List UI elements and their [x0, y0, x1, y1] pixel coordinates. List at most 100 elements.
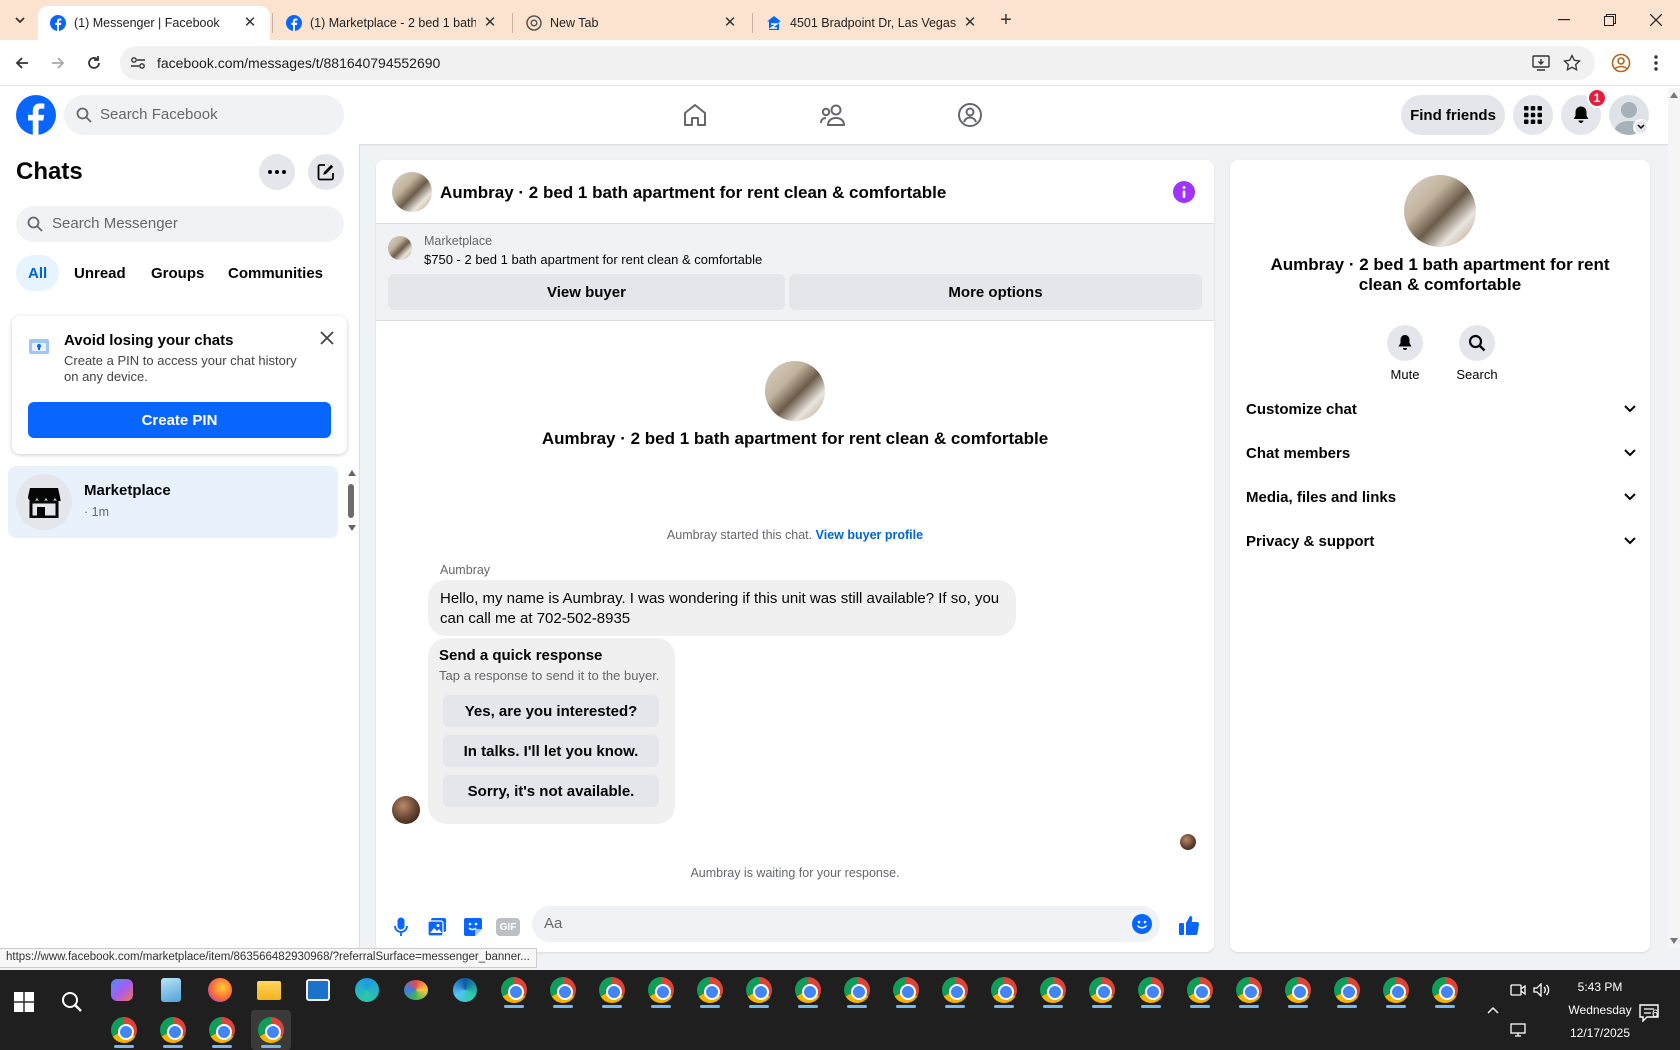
- new-tab-plus-icon[interactable]: +: [994, 8, 1018, 32]
- filter-all[interactable]: All: [16, 255, 60, 291]
- clock-day[interactable]: Wednesday: [1560, 1003, 1640, 1017]
- browser-menu-icon[interactable]: [1646, 52, 1666, 74]
- copilot-app-icon[interactable]: [102, 970, 142, 1010]
- chrome-taskbar-icon[interactable]: [1229, 970, 1269, 1010]
- privacy-support-section[interactable]: Privacy & support: [1246, 523, 1636, 559]
- view-buyer-profile-link[interactable]: View buyer profile: [816, 528, 923, 542]
- install-app-icon[interactable]: [1532, 54, 1550, 72]
- chrome-taskbar-icon[interactable]: [494, 970, 534, 1010]
- chrome-taskbar-icon[interactable]: [935, 970, 975, 1010]
- scroll-down-arrow-icon[interactable]: [1670, 938, 1678, 944]
- attach-photo-icon[interactable]: [422, 912, 452, 942]
- quick-response-not-available-button[interactable]: Sorry, it's not available.: [443, 775, 659, 807]
- sticker-icon[interactable]: [458, 912, 488, 942]
- chrome-taskbar-icon-active[interactable]: [251, 1010, 291, 1050]
- volume-icon[interactable]: [1532, 980, 1552, 1000]
- taskbar-search-icon[interactable]: [52, 982, 92, 1022]
- voice-clip-icon[interactable]: [386, 912, 416, 942]
- scroll-up-arrow-icon[interactable]: [348, 470, 356, 478]
- media-files-links-section[interactable]: Media, files and links: [1246, 479, 1636, 515]
- tab-search-chevron-icon[interactable]: [8, 8, 32, 32]
- chrome-taskbar-icon[interactable]: [543, 970, 583, 1010]
- search-conversation-icon[interactable]: [1459, 325, 1495, 361]
- chrome-taskbar-icon[interactable]: [1180, 970, 1220, 1010]
- clock-date[interactable]: 12/17/2025: [1560, 1026, 1640, 1040]
- close-window-icon[interactable]: [1633, 0, 1679, 40]
- message-bubble[interactable]: Hello, my name is Aumbray. I was wonderi…: [428, 580, 1016, 636]
- reload-icon[interactable]: [80, 49, 108, 77]
- chrome-taskbar-icon[interactable]: [1131, 970, 1171, 1010]
- find-friends-button[interactable]: Find friends: [1401, 95, 1505, 135]
- chrome-taskbar-icon[interactable]: [690, 970, 730, 1010]
- friends-nav-icon[interactable]: [803, 94, 863, 136]
- listing-avatar[interactable]: [392, 172, 432, 212]
- forward-arrow-icon[interactable]: [44, 49, 72, 77]
- emoji-icon[interactable]: [1132, 914, 1152, 934]
- quick-response-yes-button[interactable]: Yes, are you interested?: [443, 695, 659, 727]
- paint-app-icon[interactable]: [396, 970, 436, 1010]
- close-pin-card-icon[interactable]: [317, 328, 337, 348]
- chrome-taskbar-icon[interactable]: [984, 970, 1024, 1010]
- filter-unread[interactable]: Unread: [62, 255, 138, 291]
- minimize-icon[interactable]: [1541, 0, 1587, 40]
- notepad-app-icon[interactable]: [151, 970, 191, 1010]
- chrome-taskbar-icon[interactable]: [1376, 970, 1416, 1010]
- file-explorer-app-icon[interactable]: [249, 970, 289, 1010]
- scroll-up-arrow-icon[interactable]: [1670, 92, 1678, 98]
- chrome-taskbar-icon[interactable]: [886, 970, 926, 1010]
- new-message-compose-icon[interactable]: [308, 154, 344, 190]
- chat-members-section[interactable]: Chat members: [1246, 435, 1636, 471]
- close-tab-icon[interactable]: ✕: [962, 15, 978, 31]
- close-tab-icon[interactable]: ✕: [482, 15, 498, 31]
- chats-more-options-icon[interactable]: [259, 154, 295, 190]
- search-action[interactable]: Search: [1450, 325, 1504, 382]
- back-arrow-icon[interactable]: [8, 49, 36, 77]
- windows-start-icon[interactable]: [4, 982, 44, 1022]
- chrome-taskbar-icon[interactable]: [104, 1010, 144, 1050]
- chrome-taskbar-icon[interactable]: [153, 1010, 193, 1050]
- tab-messenger[interactable]: (1) Messenger | Facebook ✕: [38, 6, 270, 40]
- close-tab-icon[interactable]: ✕: [722, 15, 738, 31]
- clock-time[interactable]: 5:43 PM: [1568, 980, 1632, 994]
- chrome-taskbar-icon[interactable]: [739, 970, 779, 1010]
- quick-response-in-talks-button[interactable]: In talks. I'll let you know.: [443, 735, 659, 767]
- chrome-taskbar-icon[interactable]: [641, 970, 681, 1010]
- chrome-taskbar-icon[interactable]: [1425, 970, 1465, 1010]
- edge-app-icon-1[interactable]: [347, 970, 387, 1010]
- facebook-search-input[interactable]: Search Facebook: [64, 95, 344, 135]
- mute-bell-icon[interactable]: [1387, 325, 1423, 361]
- tab-new-tab[interactable]: New Tab ✕: [514, 6, 750, 40]
- message-composer-input[interactable]: Aa: [532, 906, 1160, 942]
- listing-text[interactable]: $750 - 2 bed 1 bath apartment for rent c…: [424, 252, 762, 267]
- edge-app-icon-2[interactable]: [445, 970, 485, 1010]
- conversation-info-icon[interactable]: [1173, 181, 1195, 203]
- show-hidden-icons-chevron-icon[interactable]: [1483, 1000, 1503, 1020]
- filter-groups[interactable]: Groups: [139, 255, 216, 291]
- site-info-icon[interactable]: [128, 54, 148, 72]
- chat-list-item-marketplace[interactable]: Marketplace · 1m: [8, 466, 338, 538]
- firefox-app-icon[interactable]: [200, 970, 240, 1010]
- gif-icon[interactable]: GIF: [492, 912, 524, 942]
- chrome-taskbar-icon[interactable]: [1278, 970, 1318, 1010]
- network-icon[interactable]: [1508, 1020, 1528, 1040]
- listing-thumbnail[interactable]: [388, 236, 412, 260]
- search-messenger-input[interactable]: Search Messenger: [16, 206, 344, 242]
- mute-action[interactable]: Mute: [1383, 325, 1427, 382]
- profile-icon[interactable]: [1610, 52, 1632, 74]
- create-pin-button[interactable]: Create PIN: [28, 402, 331, 438]
- customize-chat-section[interactable]: Customize chat: [1246, 391, 1636, 427]
- restore-icon[interactable]: [1587, 0, 1633, 40]
- like-thumbs-up-icon[interactable]: [1174, 910, 1204, 940]
- meet-now-icon[interactable]: [1508, 980, 1528, 1000]
- filter-communities[interactable]: Communities: [216, 255, 335, 291]
- page-scrollbar[interactable]: [1668, 88, 1680, 948]
- facebook-logo-icon[interactable]: [16, 95, 56, 135]
- sidebar-scrollbar-thumb[interactable]: [348, 484, 354, 518]
- chrome-taskbar-icon[interactable]: [788, 970, 828, 1010]
- chrome-taskbar-icon[interactable]: [202, 1010, 242, 1050]
- sender-avatar[interactable]: [392, 796, 420, 824]
- close-tab-icon[interactable]: ✕: [242, 15, 258, 31]
- chrome-taskbar-icon[interactable]: [1033, 970, 1073, 1010]
- chrome-taskbar-icon[interactable]: [592, 970, 632, 1010]
- more-options-button[interactable]: More options: [789, 274, 1202, 310]
